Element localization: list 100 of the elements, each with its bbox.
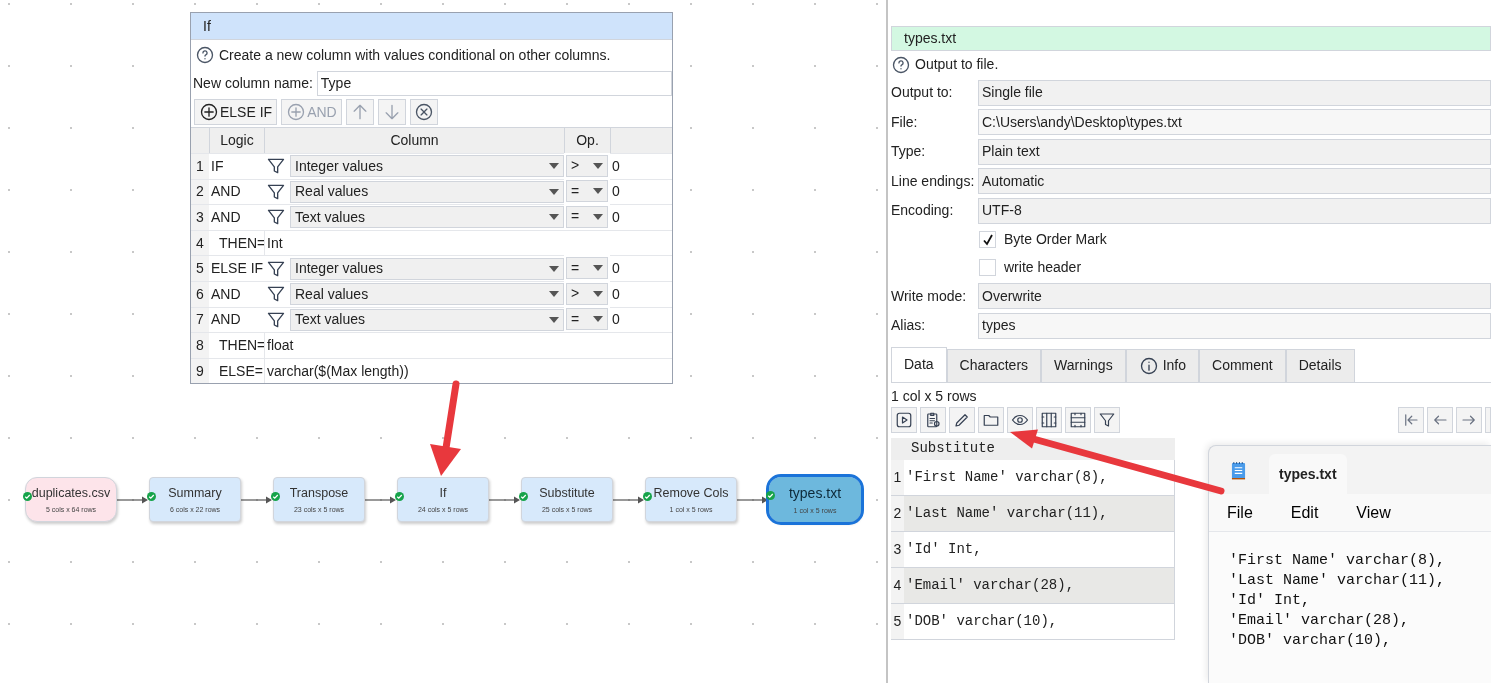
check-icon — [981, 233, 994, 246]
result-cell[interactable]: varchar($(Max length)) — [264, 357, 672, 384]
connector-arrow — [117, 495, 149, 504]
check-icon — [519, 492, 528, 501]
filter-button[interactable] — [1094, 406, 1120, 433]
field-label: Alias: — [891, 316, 927, 336]
previous-button[interactable] — [1427, 406, 1453, 433]
dropdown[interactable]: Automatic — [978, 168, 1491, 195]
column-dropdown[interactable]: Real values — [290, 180, 564, 203]
clipboard-icon — [924, 410, 942, 429]
play-button[interactable] — [891, 406, 917, 433]
menu-item[interactable]: File — [1227, 500, 1253, 525]
next-button[interactable] — [1456, 406, 1482, 433]
checkbox[interactable] — [979, 231, 996, 248]
caret-icon — [549, 316, 559, 323]
dropdown[interactable]: Single file — [978, 79, 1491, 106]
plus-icon — [286, 102, 307, 122]
column-dropdown[interactable]: Text values — [290, 308, 564, 331]
value-cell[interactable]: 0 — [610, 153, 672, 179]
column-name-field[interactable]: Type — [316, 71, 672, 96]
column-dropdown[interactable]: Text values — [290, 206, 564, 229]
row-number: 5 — [191, 255, 209, 281]
value-cell[interactable]: 0 — [610, 255, 672, 281]
node-name: duplicates.csv — [31, 485, 111, 502]
menu-item[interactable]: Edit — [1290, 500, 1319, 525]
tab[interactable]: Data — [891, 346, 947, 382]
column-dropdown[interactable]: Integer values — [290, 257, 564, 280]
remove-button[interactable] — [409, 99, 438, 125]
logic-cell: AND — [209, 178, 264, 205]
column-header: Logic — [209, 128, 264, 153]
caret-icon — [549, 214, 559, 221]
rows-icon — [1069, 410, 1087, 429]
field-label: Write mode: — [891, 286, 968, 306]
node-name: If — [439, 485, 447, 502]
column-header: Op. — [564, 128, 610, 153]
tab[interactable]: Warnings — [1041, 348, 1126, 382]
value-cell[interactable]: 0 — [610, 204, 672, 230]
checkbox[interactable] — [979, 259, 996, 276]
logic-cell: AND — [209, 306, 264, 333]
value-cell[interactable]: 0 — [610, 280, 672, 307]
value-cell[interactable]: 0 — [610, 178, 672, 205]
value-cell[interactable]: 0 — [610, 306, 672, 333]
operator-dropdown[interactable]: = — [566, 308, 608, 331]
tab[interactable]: Characters — [946, 348, 1042, 382]
tab[interactable]: Comment — [1199, 348, 1286, 382]
logic-cell: THEN= — [209, 332, 264, 358]
text-field[interactable]: C:\Users\andy\Desktop\types.txt — [978, 109, 1491, 136]
add-button[interactable]: ELSE IF — [194, 99, 278, 125]
row-number: 5 — [891, 603, 904, 639]
row-number: 4 — [191, 229, 209, 256]
node-name: Remove Cols — [653, 485, 729, 502]
window-tab[interactable]: types.txt — [1269, 454, 1347, 494]
help-icon — [195, 45, 215, 65]
dropdown[interactable]: Overwrite — [978, 283, 1491, 310]
panel-title: If — [191, 13, 672, 40]
caret-icon — [593, 162, 603, 169]
dropdown[interactable]: UTF-8 — [978, 197, 1491, 224]
columns-button[interactable] — [1036, 406, 1062, 433]
row-number: 3 — [891, 531, 904, 567]
info-icon — [1138, 355, 1159, 376]
tab[interactable]: Details — [1285, 348, 1355, 382]
row-number: 2 — [891, 495, 904, 531]
row-number: 8 — [191, 332, 209, 358]
eye-button[interactable] — [1007, 406, 1033, 433]
first-button[interactable] — [1398, 406, 1424, 433]
field-label: File: — [891, 112, 919, 132]
clipboard-button[interactable] — [920, 406, 946, 433]
check-icon — [766, 491, 775, 500]
operator-dropdown[interactable]: > — [566, 282, 608, 305]
check-icon — [395, 492, 404, 501]
tab[interactable]: Info — [1125, 348, 1200, 382]
text-line: 'Last Name' varchar(11), — [1229, 571, 1447, 591]
rows-button[interactable] — [1065, 406, 1091, 433]
data-cell: 'Email' varchar(28), — [904, 567, 1175, 603]
connector-arrow — [489, 495, 521, 504]
column-dropdown[interactable]: Integer values — [290, 155, 564, 178]
operator-dropdown[interactable]: = — [566, 180, 608, 203]
folder-button[interactable] — [978, 406, 1004, 433]
connector-arrow — [613, 495, 645, 504]
field-label: Output to: — [891, 83, 954, 103]
result-cell[interactable]: float — [264, 332, 672, 358]
row-number: 9 — [191, 357, 209, 384]
operator-dropdown[interactable]: = — [566, 257, 608, 280]
columns-icon — [1040, 410, 1058, 429]
menu-item[interactable]: View — [1356, 500, 1391, 525]
header-corner — [191, 128, 209, 153]
text-line: 'DOB' varchar(10), — [1229, 631, 1393, 651]
pencil-button[interactable] — [949, 406, 975, 433]
play-icon — [895, 410, 913, 429]
column-dropdown[interactable]: Real values — [290, 283, 564, 306]
dropdown[interactable]: Plain text — [978, 138, 1491, 165]
column-header: Substitute — [891, 437, 1175, 460]
check-icon — [271, 492, 280, 501]
operator-dropdown[interactable]: > — [566, 154, 608, 177]
result-cell[interactable]: Int — [264, 229, 672, 256]
field-label: New column name: — [193, 74, 313, 93]
operator-dropdown[interactable]: = — [566, 206, 608, 228]
text-area[interactable]: 'First Name' varchar(8), 'Last Name' varchar(11), 'Id' Int, 'Email' varchar(28), 'DOB' varchar(10), — [1209, 532, 1491, 683]
text-field[interactable]: types — [978, 312, 1491, 339]
logic-cell: ELSE= — [209, 357, 264, 384]
